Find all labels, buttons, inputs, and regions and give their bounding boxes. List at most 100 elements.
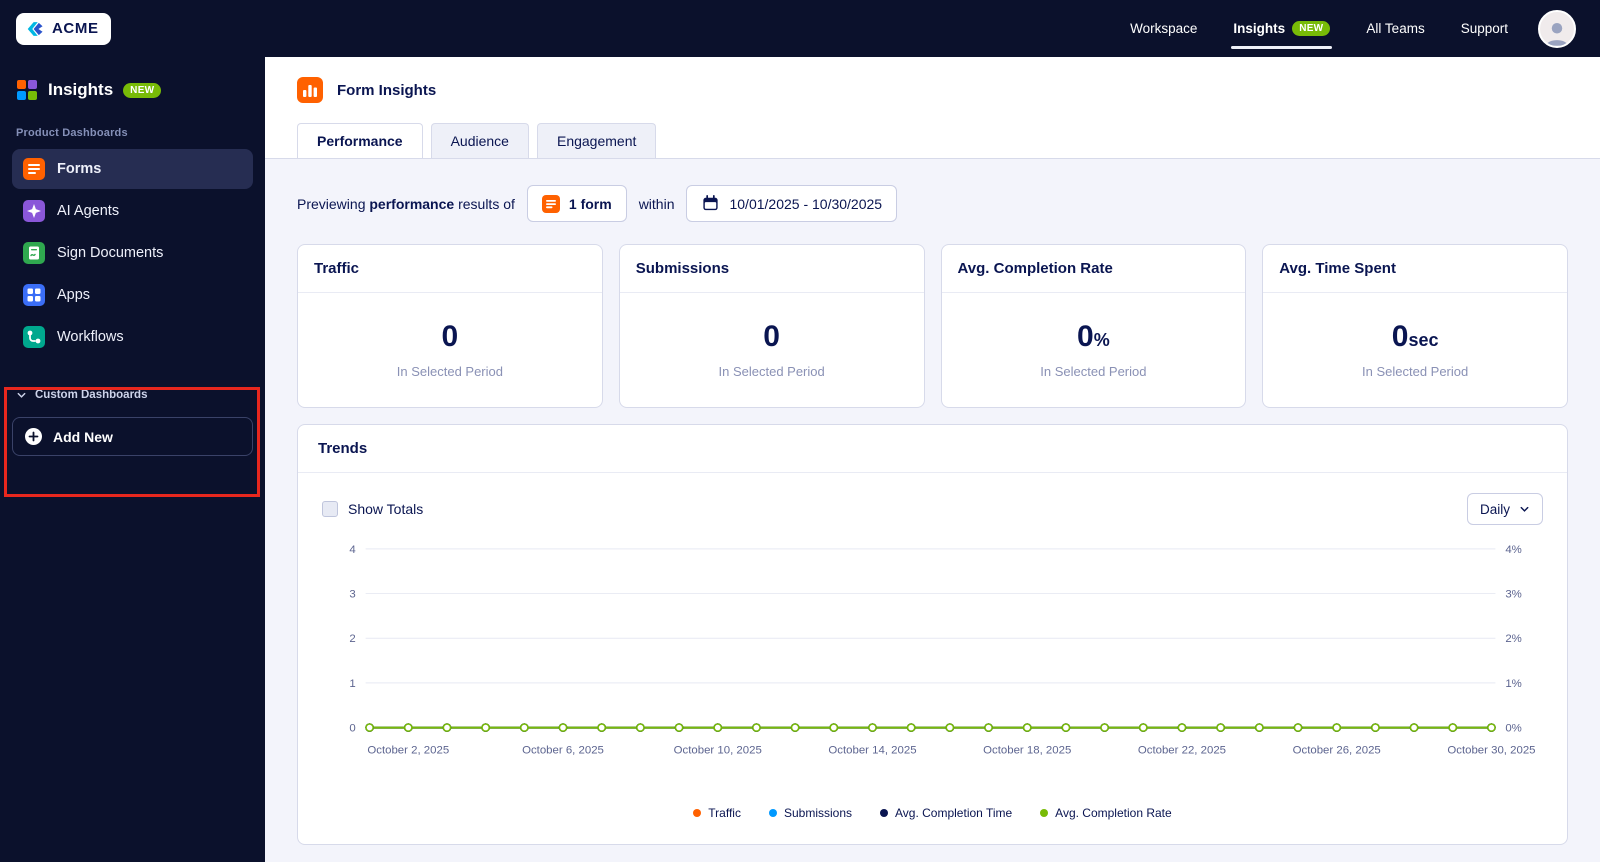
sidebar-item-apps[interactable]: Apps xyxy=(12,275,253,315)
top-header: ACME Workspace Insights NEW All Teams Suppor… xyxy=(0,0,1600,57)
sidebar-item-label: Sign Documents xyxy=(57,245,164,261)
sidebar-title: Insights xyxy=(48,80,114,99)
new-badge: NEW xyxy=(123,82,162,98)
avatar[interactable] xyxy=(1538,9,1576,48)
sidebar-item-sign-documents[interactable]: Sign Documents xyxy=(12,233,253,273)
stat-caption: In Selected Period xyxy=(718,364,825,379)
sidebar-item-ai-agents[interactable]: AI Agents xyxy=(12,191,253,231)
acme-logo-icon xyxy=(25,19,45,39)
stat-card-submissions: Submissions 0 In Selected Period xyxy=(618,244,925,408)
legend-label: Avg. Completion Rate xyxy=(1055,806,1172,821)
tab-engagement[interactable]: Engagement xyxy=(536,123,657,158)
stat-title: Submissions xyxy=(619,245,924,293)
interval-select[interactable]: Daily xyxy=(1466,493,1543,525)
filter-text: Previewing performance results of xyxy=(297,195,515,212)
chevron-down-icon xyxy=(16,390,27,401)
stat-cards-row: Traffic 0 In Selected Period Submissions 0 In… xyxy=(297,244,1568,408)
sidebar-item-forms[interactable]: Forms xyxy=(12,149,253,189)
stat-title: Avg. Completion Rate xyxy=(941,245,1246,293)
trends-chart: 0 0% 1 1% 2 2% 3 3% 4 4% October 2, 2025 October 6,… xyxy=(349,544,1535,757)
stat-caption: In Selected Period xyxy=(1040,364,1147,379)
top-nav-insights[interactable]: Insights NEW xyxy=(1231,21,1333,49)
top-nav: Workspace Insights NEW All Teams Support xyxy=(1130,21,1508,49)
tab-bar: Performance Audience Engagement xyxy=(297,123,1568,158)
add-new-button[interactable]: Add New xyxy=(12,417,253,456)
legend-dot xyxy=(768,809,777,818)
stat-value: 0 xyxy=(763,320,780,353)
stat-value: 0% xyxy=(1077,320,1110,353)
svg-text:1: 1 xyxy=(349,678,355,690)
top-nav-workspace[interactable]: Workspace xyxy=(1130,21,1197,36)
top-nav-label: Insights xyxy=(1233,21,1286,36)
legend-avg-completion-rate: Avg. Completion Rate xyxy=(1040,806,1172,820)
stat-card-avg-completion-rate: Avg. Completion Rate 0% In Selected Period xyxy=(940,244,1247,408)
sidebar-item-label: AI Agents xyxy=(57,203,120,219)
svg-text:2%: 2% xyxy=(1505,633,1521,645)
content: Previewing performance results of 1 form… xyxy=(265,159,1600,846)
trends-chart-container: 0 0% 1 1% 2 2% 3 3% 4 4% October 2, 2025 October 6,… xyxy=(298,529,1567,794)
svg-text:October 22, 2025: October 22, 2025 xyxy=(1138,744,1226,756)
legend-avg-completion-time: Avg. Completion Time xyxy=(880,806,1012,820)
app-root: ACME Workspace Insights NEW All Teams Suppor… xyxy=(0,0,1600,862)
svg-text:October 18, 2025: October 18, 2025 xyxy=(983,744,1071,756)
sidebar-item-label: Apps xyxy=(57,287,91,303)
sign-documents-icon xyxy=(23,242,45,264)
tab-audience[interactable]: Audience xyxy=(430,123,529,158)
sidebar-item-workflows[interactable]: Workflows xyxy=(12,317,253,357)
person-icon xyxy=(1542,18,1572,46)
top-nav-support[interactable]: Support xyxy=(1461,21,1508,36)
stat-value: 0sec xyxy=(1391,320,1439,353)
svg-text:October 10, 2025: October 10, 2025 xyxy=(674,744,762,756)
stat-card-traffic: Traffic 0 In Selected Period xyxy=(297,244,603,408)
svg-text:October 30, 2025: October 30, 2025 xyxy=(1447,744,1535,756)
svg-text:1%: 1% xyxy=(1505,678,1521,690)
acme-logo[interactable]: ACME xyxy=(16,12,111,45)
legend-submissions: Submissions xyxy=(768,806,852,821)
svg-text:2: 2 xyxy=(349,633,355,645)
calendar-icon xyxy=(701,194,720,213)
sidebar-item-label: Workflows xyxy=(57,329,124,345)
top-nav-label: Support xyxy=(1460,21,1508,36)
tab-performance[interactable]: Performance xyxy=(297,123,423,158)
plus-circle-icon xyxy=(24,427,43,446)
svg-text:3%: 3% xyxy=(1505,589,1521,601)
top-nav-label: Workspace xyxy=(1130,21,1198,36)
main-area: Form Insights Performance Audience Engagem… xyxy=(265,57,1600,862)
page-title: Form Insights xyxy=(337,81,437,99)
svg-text:October 14, 2025: October 14, 2025 xyxy=(828,744,916,756)
insights-icon xyxy=(16,79,38,101)
checkbox-box xyxy=(322,501,338,517)
sidebar-menu: Forms AI Agents Sign Documents Apps Workflow… xyxy=(0,149,265,357)
filter-within: within xyxy=(638,195,675,212)
legend-dot xyxy=(880,809,888,818)
svg-text:0%: 0% xyxy=(1505,723,1521,735)
custom-dashboards-toggle[interactable]: Custom Dashboards xyxy=(0,389,265,401)
legend-label: Traffic xyxy=(708,806,741,821)
filter-row: Previewing performance results of 1 form… xyxy=(297,185,1568,222)
stat-value: 0 xyxy=(441,320,459,353)
section-product-dashboards: Product Dashboards xyxy=(16,127,128,139)
top-nav-all-teams[interactable]: All Teams xyxy=(1366,21,1424,36)
chart-legend: Traffic Submissions Avg. Completion Time Av… xyxy=(298,794,1567,844)
svg-text:3: 3 xyxy=(349,589,355,601)
svg-text:October 6, 2025: October 6, 2025 xyxy=(522,744,604,756)
sidebar-item-label: Forms xyxy=(57,161,102,177)
legend-traffic: Traffic xyxy=(693,806,741,820)
svg-text:4: 4 xyxy=(349,544,356,556)
date-range-chip[interactable]: 10/01/2025 - 10/30/2025 xyxy=(686,185,898,222)
form-select-chip[interactable]: 1 form xyxy=(526,185,627,222)
forms-icon xyxy=(23,158,45,180)
legend-label: Avg. Completion Time xyxy=(895,806,1013,821)
stat-caption: In Selected Period xyxy=(1362,364,1469,379)
svg-text:October 2, 2025: October 2, 2025 xyxy=(367,744,449,756)
form-chip-icon xyxy=(541,194,560,213)
form-insights-icon xyxy=(297,77,323,103)
svg-text:4%: 4% xyxy=(1505,544,1521,556)
svg-text:October 26, 2025: October 26, 2025 xyxy=(1293,744,1381,756)
show-totals-checkbox[interactable]: Show Totals xyxy=(322,501,423,517)
chevron-down-icon xyxy=(1519,504,1530,515)
new-badge: NEW xyxy=(1292,21,1331,36)
logo-text: ACME xyxy=(52,20,99,37)
stat-card-avg-time-spent: Avg. Time Spent 0sec In Selected Period xyxy=(1262,244,1568,408)
legend-label: Submissions xyxy=(783,806,852,821)
